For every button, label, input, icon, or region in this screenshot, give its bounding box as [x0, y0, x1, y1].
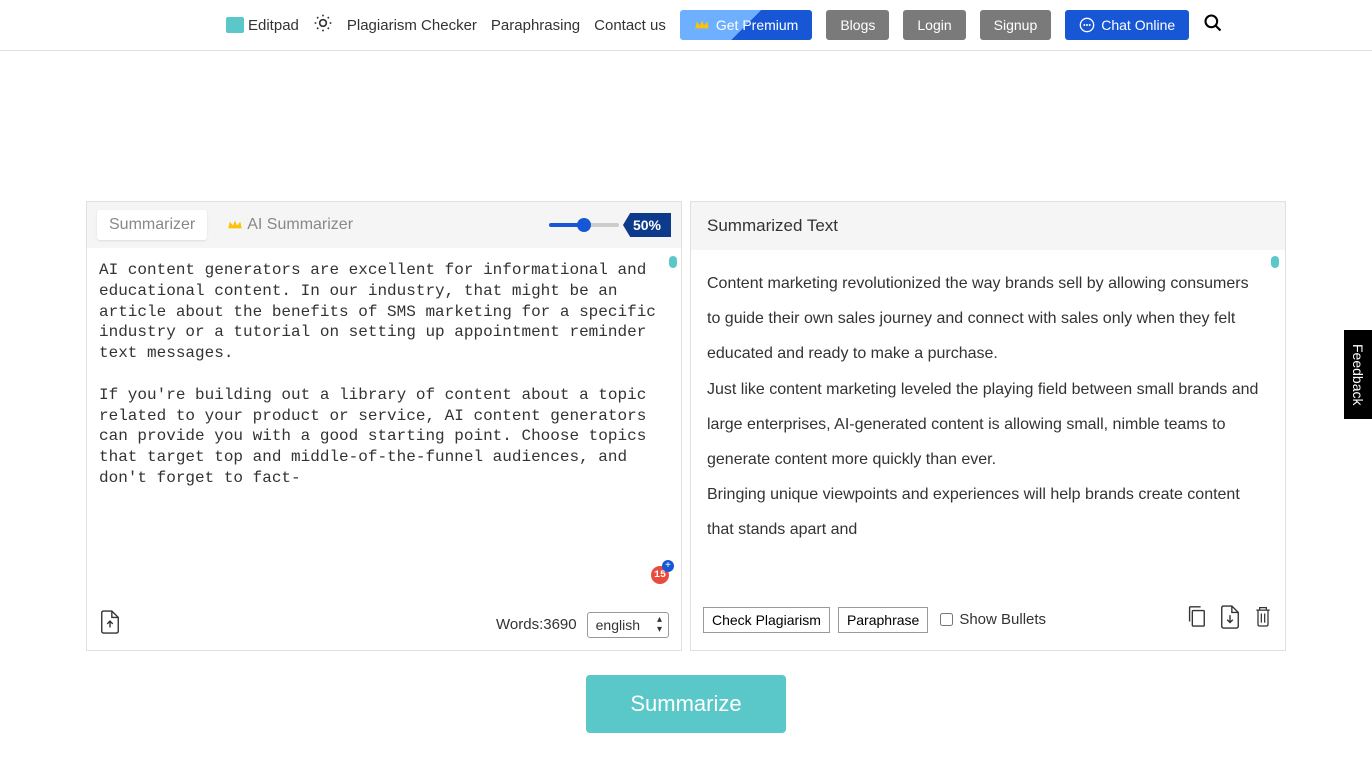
chat-online-button[interactable]: Chat Online: [1065, 10, 1189, 40]
select-arrows-icon: ▴▾: [657, 615, 662, 635]
scrollbar-thumb[interactable]: [669, 256, 677, 268]
slider-value: 50%: [623, 213, 671, 237]
crown-icon: [694, 19, 710, 31]
paraphrase-button[interactable]: Paraphrase: [838, 607, 928, 633]
brand-name: Editpad: [248, 17, 299, 34]
brand-logo[interactable]: Editpad: [226, 17, 299, 34]
blogs-button[interactable]: Blogs: [826, 10, 889, 40]
chat-icon: [1079, 17, 1095, 33]
input-bottom-bar: Words:3690 english ▴▾: [87, 598, 681, 650]
grammarly-plus-icon[interactable]: +: [662, 560, 674, 572]
show-bullets-toggle[interactable]: Show Bullets: [940, 611, 1046, 628]
input-textarea[interactable]: AI content generators are excellent for …: [87, 248, 681, 598]
nav-paraphrasing[interactable]: Paraphrasing: [491, 17, 580, 34]
crown-icon: [227, 219, 243, 231]
output-bottom-bar: Check Plagiarism Paraphrase Show Bullets: [691, 594, 1285, 645]
delete-icon[interactable]: [1253, 604, 1273, 635]
tab-ai-summarizer[interactable]: AI Summarizer: [215, 210, 365, 240]
output-panel: Summarized Text Content marketing revolu…: [690, 201, 1286, 651]
upload-file-icon[interactable]: [99, 609, 121, 640]
summarize-button[interactable]: Summarize: [586, 675, 785, 733]
copy-icon[interactable]: [1185, 604, 1207, 635]
check-plagiarism-button[interactable]: Check Plagiarism: [703, 607, 830, 633]
length-slider[interactable]: [549, 223, 619, 227]
scrollbar-thumb[interactable]: [1271, 256, 1279, 268]
login-button[interactable]: Login: [903, 10, 965, 40]
output-title: Summarized Text: [691, 202, 1285, 250]
word-count: Words:3690: [496, 616, 577, 633]
language-select[interactable]: english ▴▾: [587, 612, 669, 638]
search-icon[interactable]: [1203, 13, 1223, 38]
get-premium-button[interactable]: Get Premium: [680, 10, 812, 40]
output-textarea[interactable]: Content marketing revolutionized the way…: [691, 250, 1285, 594]
tab-summarizer[interactable]: Summarizer: [97, 210, 207, 240]
editpad-icon: [226, 17, 244, 33]
feedback-tab[interactable]: Feedback: [1344, 330, 1372, 419]
tabs-header: Summarizer AI Summarizer 50%: [87, 202, 681, 248]
header: Editpad Plagiarism Checker Paraphrasing …: [0, 0, 1372, 51]
theme-toggle-icon[interactable]: [313, 13, 333, 38]
input-panel: Summarizer AI Summarizer 50% AI content …: [86, 201, 682, 651]
signup-button[interactable]: Signup: [980, 10, 1052, 40]
show-bullets-checkbox[interactable]: [940, 613, 953, 626]
main-content: Summarizer AI Summarizer 50% AI content …: [86, 201, 1286, 651]
download-icon[interactable]: [1219, 604, 1241, 635]
nav-contact-us[interactable]: Contact us: [594, 17, 666, 34]
nav-plagiarism-checker[interactable]: Plagiarism Checker: [347, 17, 477, 34]
